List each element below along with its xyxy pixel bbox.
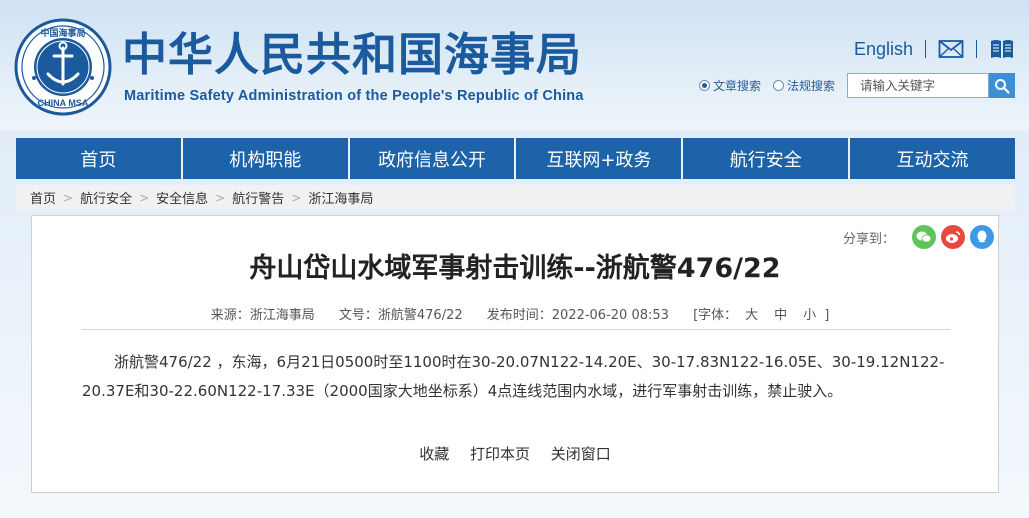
breadcrumb-separator: > [139,190,150,205]
divider [82,329,950,330]
radio-button[interactable] [698,80,710,91]
msa-logo[interactable]: 中国海事局 CHINA MSA [14,18,112,116]
search-button[interactable] [989,73,1015,98]
radio-label: 文章搜索 [712,79,761,93]
radio-label: 法规搜索 [786,79,835,93]
site-subtitle: Maritime Safety Administration of the Pe… [124,88,584,104]
breadcrumb-item[interactable]: 安全信息 [156,188,208,207]
mail-icon[interactable] [938,38,964,60]
share-label: 分享到： [842,231,895,247]
breadcrumb-separator: > [215,190,226,205]
article-source: 来源：浙江海事局 [210,308,315,323]
font-size-medium-button[interactable]: 中 [774,308,787,323]
breadcrumb-separator: > [291,190,302,205]
print-button[interactable]: 打印本页 [470,445,530,463]
breadcrumb-item[interactable]: 首页 [30,188,56,207]
breadcrumb-separator: > [63,190,74,205]
article-actions: 收藏 打印本页 关闭窗口 [32,443,998,464]
nav-item-institution[interactable]: 机构职能 [182,138,350,179]
article-title: 舟山岱山水域军事射击训练--浙航警476/22 [249,253,781,284]
font-size-close: ] [824,308,830,323]
search-input[interactable] [847,73,989,98]
nav-item-home[interactable]: 首页 [16,138,183,179]
nav-item-navigation-safety[interactable]: 航行安全 [683,138,851,179]
nav-item-gov-info[interactable]: 政府信息公开 [349,138,517,179]
search-bar: 文章搜索 法规搜索 [698,73,1015,98]
article-panel: 分享到： 舟山岱山水域军事射击训练--浙航警476/22 来源：浙江海事局 文号… [31,215,999,493]
close-window-button[interactable]: 关闭窗口 [551,445,611,463]
main-nav: 首页 机构职能 政府信息公开 互联网+政务 航行安全 互动交流 [16,138,1015,179]
site-header: 中国海事局 CHINA MSA 中华人民共和国海事局 Maritime Safe… [0,0,1029,130]
logo-text-bottom: CHINA MSA [38,98,89,108]
top-links: English [854,38,1015,60]
nav-item-interaction[interactable]: 互动交流 [850,138,1015,179]
radio-button[interactable] [772,80,784,91]
article-publish-time: 发布时间：2022-06-20 08:53 [486,308,669,323]
article-doc-number: 文号：浙航警476/22 [338,308,463,323]
english-link[interactable]: English [854,39,913,60]
breadcrumb: 首页 > 航行安全 > 安全信息 > 航行警告 > 浙江海事局 [16,185,1015,210]
radio-law-search[interactable]: 法规搜索 [772,77,835,94]
divider [925,40,926,58]
msa-emblem-icon: 中国海事局 CHINA MSA [14,18,112,116]
font-size-label: [字体： [693,308,738,323]
nav-item-internet-gov[interactable]: 互联网+政务 [516,138,684,179]
breadcrumb-item[interactable]: 航行安全 [80,188,132,207]
radio-article-search[interactable]: 文章搜索 [698,77,761,94]
site-title[interactable]: 中华人民共和国海事局 [122,30,582,80]
breadcrumb-item[interactable]: 浙江海事局 [308,188,373,207]
logo-text-top: 中国海事局 [40,27,85,39]
font-size-large-button[interactable]: 大 [745,308,758,323]
article-body: 浙航警476/22 ，东海，6月21日0500时至1100时在30-20.07N… [82,353,945,400]
article-meta: 来源：浙江海事局 文号：浙航警476/22 发布时间：2022-06-20 08… [32,304,998,323]
search-icon [995,78,1010,94]
favorite-button[interactable]: 收藏 [419,445,449,463]
font-size-small-button[interactable]: 小 [803,308,816,323]
book-icon[interactable] [989,38,1015,60]
breadcrumb-item[interactable]: 航行警告 [232,188,284,207]
divider [976,40,977,58]
